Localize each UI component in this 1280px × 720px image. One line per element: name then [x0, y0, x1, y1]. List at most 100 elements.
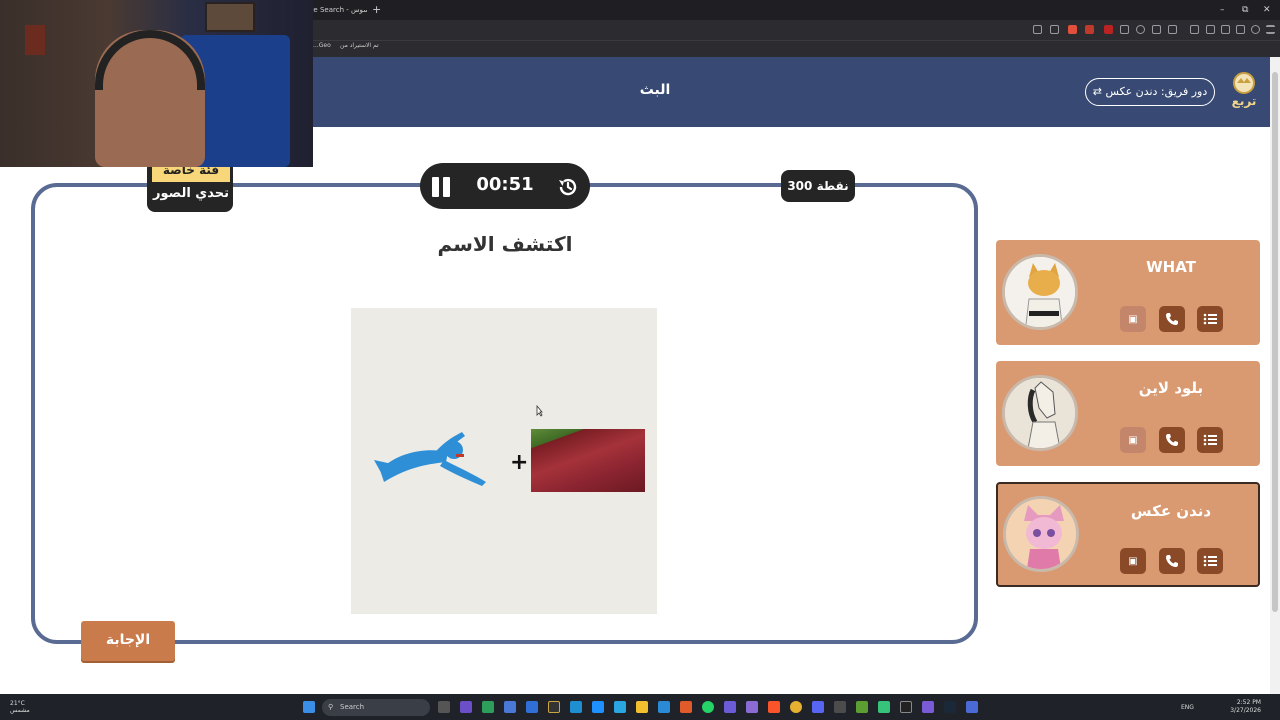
- pause-icon: [432, 177, 439, 197]
- list-button[interactable]: [1197, 306, 1223, 332]
- team-card-dandan-aks: دندن عكس ▣: [996, 482, 1260, 587]
- reset-timer-button[interactable]: [556, 175, 580, 199]
- app-icon[interactable]: [482, 701, 494, 713]
- app-icon[interactable]: [878, 701, 890, 713]
- chrome-icon[interactable]: [790, 701, 802, 713]
- answer-button[interactable]: الإجابة: [81, 621, 175, 661]
- brave-shield-icon[interactable]: [1068, 25, 1077, 34]
- screenshot-icon[interactable]: [1033, 25, 1042, 34]
- minimize-button[interactable]: –: [1220, 2, 1225, 18]
- brave-icon[interactable]: [768, 701, 780, 713]
- music-icon[interactable]: [1190, 25, 1199, 34]
- phone-icon: [1166, 313, 1178, 325]
- phone-button[interactable]: [1159, 306, 1185, 332]
- app-icon[interactable]: [680, 701, 692, 713]
- pink-cat-avatar: [1003, 496, 1079, 572]
- list-button[interactable]: [1197, 548, 1223, 574]
- app-icon[interactable]: [526, 701, 538, 713]
- team-name: بلود لاين: [1138, 379, 1204, 397]
- extension2-icon[interactable]: [1120, 25, 1129, 34]
- timer-value: 00:51: [476, 174, 534, 195]
- list-icon: [1203, 434, 1217, 446]
- sidebar-icon[interactable]: [1206, 25, 1215, 34]
- money-icon: ▣: [1128, 313, 1138, 325]
- wall-frame: [205, 2, 255, 32]
- pause-button[interactable]: [432, 177, 452, 197]
- team-card-what: WHAT ▣: [996, 240, 1260, 345]
- meat-image: [531, 429, 645, 492]
- app-icon[interactable]: [570, 701, 582, 713]
- extension3-icon[interactable]: [1152, 25, 1161, 34]
- phone-button[interactable]: [1159, 427, 1185, 453]
- app-icon[interactable]: [548, 701, 560, 713]
- scrollbar-thumb[interactable]: [1272, 72, 1278, 612]
- bookmark-geo[interactable]: ...Geo: [313, 42, 331, 49]
- app-icon[interactable]: [460, 701, 472, 713]
- app-icon[interactable]: [856, 701, 868, 713]
- team-turn-label: دور فريق: دندن عكس: [1105, 85, 1208, 98]
- history-icon: [559, 178, 577, 196]
- file-explorer-icon[interactable]: [636, 701, 648, 713]
- whatsapp-icon[interactable]: [702, 701, 714, 713]
- start-button[interactable]: [303, 701, 315, 713]
- weather-desc: مشمس: [10, 707, 30, 714]
- system-clock[interactable]: 2:52 PM 3/27/2026: [1227, 699, 1261, 715]
- search-placeholder: Search: [340, 703, 365, 711]
- menu-icon[interactable]: [1266, 25, 1275, 34]
- language-indicator[interactable]: ENG: [1181, 704, 1194, 711]
- discord-icon[interactable]: [812, 701, 824, 713]
- team-name: دندن عكس: [1130, 502, 1212, 520]
- app-icon[interactable]: [966, 701, 978, 713]
- extension4-icon[interactable]: [1168, 25, 1177, 34]
- site-logo[interactable]: تربع: [1229, 72, 1259, 112]
- maximize-button[interactable]: ⧉: [1242, 2, 1248, 18]
- app-icon[interactable]: [922, 701, 934, 713]
- telegram-icon[interactable]: [614, 701, 626, 713]
- wallet-icon[interactable]: [1221, 25, 1230, 34]
- app-icon[interactable]: [504, 701, 516, 713]
- money-icon: ▣: [1128, 555, 1138, 567]
- mouse-cursor-icon: [535, 402, 543, 417]
- list-icon: [1203, 555, 1217, 567]
- bookmark-imported[interactable]: تم الاستيراد من: [340, 42, 379, 49]
- taskbar-search[interactable]: ⚲ Search: [322, 699, 430, 716]
- app-icon[interactable]: [592, 701, 604, 713]
- points-badge: 300 نقطة: [781, 170, 855, 202]
- close-window-button[interactable]: ✕: [1263, 2, 1271, 18]
- weather-temp: 21°C: [10, 700, 25, 707]
- question-text: اكتشف الاسم: [437, 232, 573, 256]
- money-button[interactable]: ▣: [1120, 548, 1146, 574]
- team-turn-button[interactable]: ⇄ دور فريق: دندن عكس: [1085, 78, 1215, 106]
- task-view-icon[interactable]: [438, 701, 450, 713]
- clock-date: 3/27/2026: [1230, 707, 1261, 714]
- brave-rewards-icon[interactable]: [1085, 25, 1094, 34]
- app-icon[interactable]: [900, 701, 912, 713]
- browser-tab[interactable]: ave Search - أوسوس: [305, 2, 367, 18]
- money-button[interactable]: ▣: [1120, 427, 1146, 453]
- share-icon[interactable]: [1050, 25, 1059, 34]
- zoom-icon[interactable]: [1136, 25, 1145, 34]
- app-icon[interactable]: [834, 701, 846, 713]
- search-icon: ⚲: [328, 703, 334, 711]
- clock-time: 2:52 PM: [1236, 699, 1261, 706]
- category-name: تحدي الصور: [153, 186, 229, 201]
- app-icon[interactable]: [746, 701, 758, 713]
- falling-figure-image: [370, 430, 490, 490]
- extension-icon[interactable]: [1104, 25, 1113, 34]
- phone-button[interactable]: [1159, 548, 1185, 574]
- shuffle-icon: ⇄: [1092, 85, 1106, 98]
- phone-icon: [1166, 434, 1178, 446]
- money-icon: ▣: [1128, 434, 1138, 446]
- edge-icon[interactable]: [658, 701, 670, 713]
- new-tab-button[interactable]: +: [372, 2, 381, 18]
- steam-icon[interactable]: [944, 701, 956, 713]
- weather-widget[interactable]: 21°C مشمس: [10, 700, 30, 714]
- money-button[interactable]: ▣: [1120, 306, 1146, 332]
- puzzle-plus: +: [510, 450, 529, 475]
- list-icon: [1203, 313, 1217, 325]
- app-icon[interactable]: [724, 701, 736, 713]
- leo-icon[interactable]: [1236, 25, 1245, 34]
- horse-avatar: [1002, 375, 1078, 451]
- vpn-icon[interactable]: [1251, 25, 1260, 34]
- list-button[interactable]: [1197, 427, 1223, 453]
